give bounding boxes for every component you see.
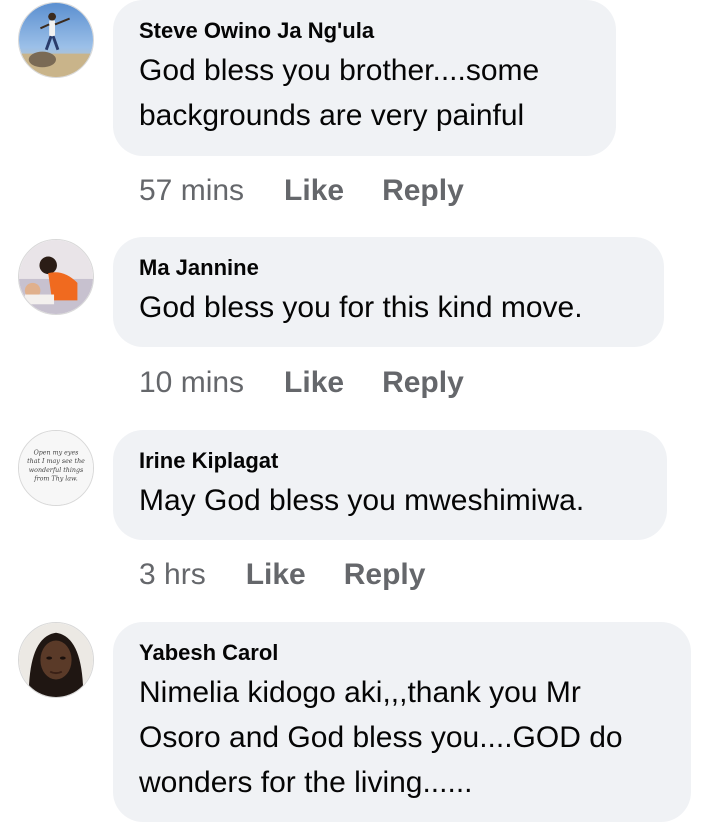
- avatar-ma-jannine[interactable]: [18, 239, 94, 315]
- svg-text:from Thy law.: from Thy law.: [33, 476, 77, 483]
- comment-text: May God bless you mweshimiwa.: [139, 484, 585, 517]
- person-photo-icon: [19, 3, 93, 77]
- scripture-image-icon: Open my eyes that I may see the wonderfu…: [19, 431, 93, 505]
- avatar-yabesh[interactable]: [18, 622, 94, 698]
- reply-button[interactable]: Reply: [382, 363, 464, 403]
- avatar-steve[interactable]: [18, 2, 94, 78]
- comment-bubble: Yabesh Carol Nimelia kidogo aki,,,thank …: [113, 622, 691, 822]
- svg-text:wonderful things: wonderful things: [29, 467, 84, 474]
- comment-bubble: Irine Kiplagat May God bless you mweshim…: [113, 430, 667, 540]
- comment-bubble: Steve Owino Ja Ng'ula God bless you brot…: [113, 0, 616, 156]
- like-button[interactable]: Like: [246, 555, 306, 595]
- comment-text: Nimelia kidogo aki,,,thank you Mr Osoro …: [139, 676, 623, 799]
- comment-author[interactable]: Irine Kiplagat: [139, 448, 639, 474]
- comment-bubble: Ma Jannine God bless you for this kind m…: [113, 237, 664, 347]
- comment-time[interactable]: 10 mins: [139, 363, 244, 403]
- reply-button[interactable]: Reply: [344, 555, 426, 595]
- comment-time[interactable]: 3 hrs: [139, 555, 206, 595]
- comment-text: God bless you brother....some background…: [139, 54, 540, 132]
- avatar-irine[interactable]: Open my eyes that I may see the wonderfu…: [18, 430, 94, 506]
- person-photo-icon: [19, 240, 93, 314]
- comment-text: God bless you for this kind move.: [139, 291, 583, 324]
- comment-actions: 10 mins Like Reply: [139, 363, 464, 403]
- comment-author[interactable]: Ma Jannine: [139, 255, 636, 281]
- svg-text:that I may see the: that I may see the: [27, 458, 85, 465]
- reply-button[interactable]: Reply: [382, 171, 464, 211]
- comment-author[interactable]: Yabesh Carol: [139, 640, 663, 666]
- svg-text:Open my eyes: Open my eyes: [34, 449, 80, 456]
- comment-author[interactable]: Steve Owino Ja Ng'ula: [139, 18, 588, 44]
- comment-time[interactable]: 57 mins: [139, 171, 244, 211]
- person-photo-icon: [19, 623, 93, 697]
- comment-actions: 3 hrs Like Reply: [139, 555, 425, 595]
- comment-actions: 57 mins Like Reply: [139, 171, 464, 211]
- like-button[interactable]: Like: [284, 171, 344, 211]
- like-button[interactable]: Like: [284, 363, 344, 403]
